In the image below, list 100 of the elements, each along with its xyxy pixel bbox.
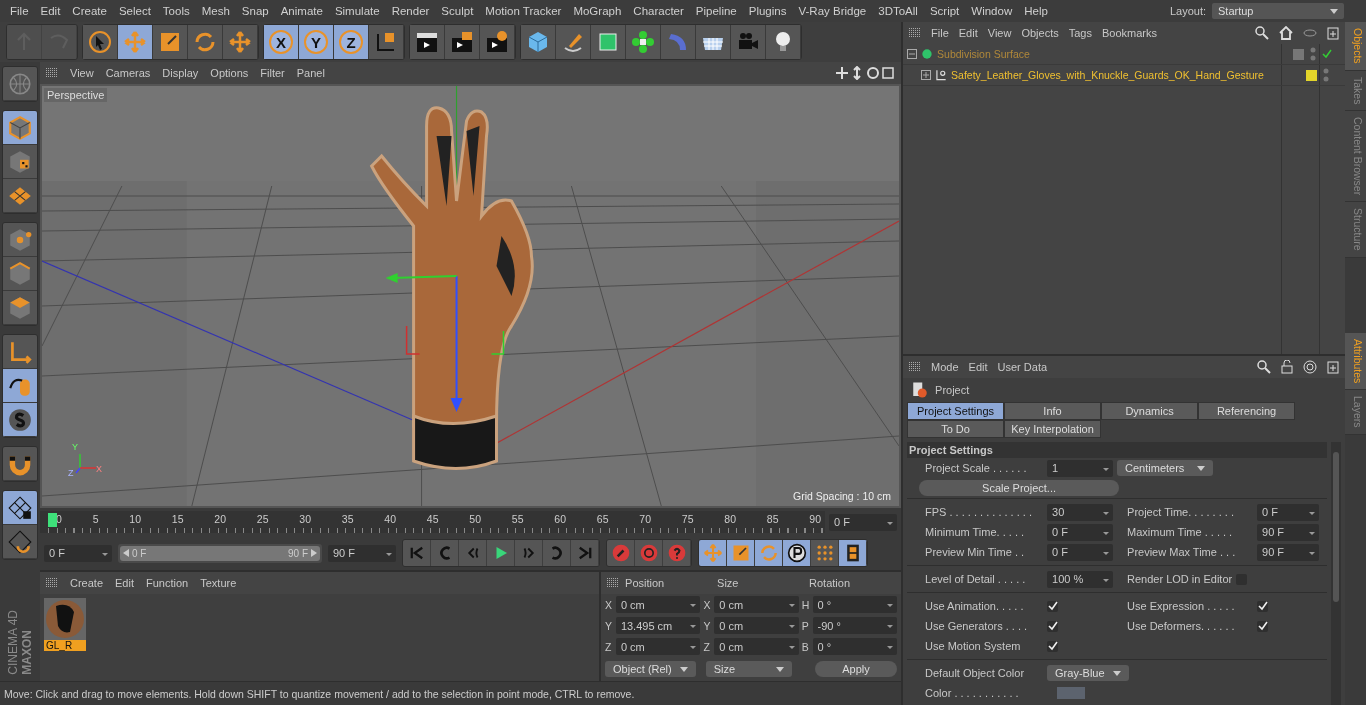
- size-mode-dropdown[interactable]: Size: [705, 661, 792, 677]
- checkbox[interactable]: [1047, 600, 1059, 612]
- menu-item[interactable]: Script: [923, 5, 966, 17]
- time-field[interactable]: 0 F: [1047, 543, 1114, 561]
- tool-button[interactable]: [369, 25, 404, 59]
- tool-button[interactable]: [410, 25, 445, 59]
- axis-lock-button[interactable]: Y: [299, 25, 334, 59]
- playback-button[interactable]: [515, 540, 543, 566]
- tool-button[interactable]: [3, 447, 37, 481]
- object-row[interactable]: Safety_Leather_Gloves_with_Knuckle_Guards_OK_Hand_Gesture: [903, 65, 1346, 86]
- time-field[interactable]: 0 F: [1047, 523, 1114, 541]
- start-frame-field[interactable]: 0 F: [44, 544, 112, 562]
- menu-item[interactable]: Render: [385, 5, 436, 17]
- tool-button[interactable]: [3, 525, 37, 559]
- menu-item[interactable]: Pipeline: [689, 5, 743, 17]
- tool-button[interactable]: [3, 369, 37, 403]
- coordinate-mode-dropdown[interactable]: Object (Rel): [605, 661, 696, 677]
- position-field[interactable]: 13.495 cm: [615, 617, 701, 634]
- tool-button[interactable]: [445, 25, 480, 59]
- axis-lock-button[interactable]: Z: [334, 25, 369, 59]
- menu-item[interactable]: Sculpt: [435, 5, 480, 17]
- level-of-detail-field[interactable]: 100 %: [1047, 570, 1114, 588]
- menu-item[interactable]: Function: [146, 577, 189, 589]
- eye-icon[interactable]: [1303, 26, 1318, 40]
- menu-item[interactable]: Create: [66, 5, 113, 17]
- viewport[interactable]: Perspective Grid Spacing : 10 cm Y Z X: [40, 84, 902, 508]
- tool-button[interactable]: [696, 25, 731, 59]
- home-icon[interactable]: [1279, 26, 1294, 40]
- visibility-dots-icon[interactable]: [1323, 67, 1330, 83]
- tab[interactable]: Referencing: [1198, 402, 1296, 420]
- menu-item[interactable]: Snap: [235, 5, 275, 17]
- playback-button[interactable]: [487, 540, 515, 566]
- tool-button[interactable]: [3, 491, 37, 525]
- color-swatch[interactable]: [1057, 687, 1086, 699]
- tool-button[interactable]: [83, 25, 118, 59]
- size-field[interactable]: 0 cm: [714, 638, 799, 655]
- tree-toggle-icon[interactable]: [907, 49, 918, 59]
- new-panel-icon[interactable]: [1327, 360, 1340, 374]
- checkbox[interactable]: [1257, 600, 1269, 612]
- checkbox[interactable]: [1047, 640, 1059, 652]
- project-scale-field[interactable]: 1: [1047, 459, 1114, 477]
- scrollbar[interactable]: [1331, 442, 1342, 705]
- keyframe-button[interactable]: [635, 540, 663, 566]
- menu-item[interactable]: Edit: [115, 577, 134, 589]
- target-icon[interactable]: [1303, 360, 1318, 374]
- position-field[interactable]: 0 cm: [615, 596, 701, 613]
- menu-item[interactable]: Cameras: [105, 67, 151, 79]
- size-field[interactable]: 0 cm: [714, 617, 799, 634]
- end-frame-field[interactable]: 90 F: [328, 544, 396, 562]
- rotation-field[interactable]: 0 °: [812, 596, 898, 613]
- time-field[interactable]: 0 F: [1257, 503, 1320, 521]
- material-tag[interactable]: [1306, 69, 1318, 81]
- menu-item[interactable]: Tools: [156, 5, 196, 17]
- size-field[interactable]: 0 cm: [714, 596, 799, 613]
- material-swatch[interactable]: GL_R: [44, 598, 86, 651]
- tab[interactable]: Dynamics: [1101, 402, 1199, 420]
- search-icon[interactable]: [1255, 26, 1270, 40]
- current-frame-field[interactable]: 0 F: [829, 513, 898, 531]
- menu-item[interactable]: Bookmarks: [1101, 27, 1157, 39]
- apply-button[interactable]: Apply: [815, 661, 898, 677]
- time-field[interactable]: 90 F: [1257, 523, 1320, 541]
- rotation-field[interactable]: -90 °: [812, 617, 898, 634]
- menu-item[interactable]: Character: [627, 5, 690, 17]
- menu-item[interactable]: Filter: [260, 67, 285, 79]
- menu-item[interactable]: Options: [210, 67, 249, 79]
- menu-item[interactable]: Texture: [200, 577, 237, 589]
- rotation-field[interactable]: 0 °: [812, 638, 898, 655]
- menu-item[interactable]: Window: [965, 5, 1019, 17]
- tool-button[interactable]: [591, 25, 626, 59]
- tab[interactable]: Info: [1004, 402, 1102, 420]
- menu-item[interactable]: View: [70, 67, 94, 79]
- object-color-dropdown[interactable]: Gray-Blue: [1047, 665, 1129, 681]
- menu-item[interactable]: Select: [112, 5, 157, 17]
- time-field[interactable]: 90 F: [1257, 543, 1320, 561]
- menu-item[interactable]: File: [4, 5, 35, 17]
- tab[interactable]: Key Interpolation: [1004, 420, 1102, 438]
- unit-dropdown[interactable]: Centimeters: [1117, 460, 1214, 476]
- menu-item[interactable]: Edit: [34, 5, 67, 17]
- layout-dropdown[interactable]: Startup: [1212, 3, 1344, 19]
- lock-icon[interactable]: [1281, 360, 1294, 374]
- menu-item[interactable]: V-Ray Bridge: [792, 5, 873, 17]
- axis-lock-button[interactable]: X: [264, 25, 299, 59]
- tool-button[interactable]: [626, 25, 661, 59]
- playback-button[interactable]: [403, 540, 431, 566]
- checkbox[interactable]: [1257, 620, 1269, 632]
- menu-item[interactable]: File: [931, 27, 949, 39]
- menu-item[interactable]: View: [987, 27, 1012, 39]
- new-panel-icon[interactable]: [1327, 26, 1340, 40]
- playback-button[interactable]: [543, 540, 571, 566]
- menu-item[interactable]: Display: [162, 67, 199, 79]
- menu-item[interactable]: Animate: [274, 5, 329, 17]
- menu-item[interactable]: User Data: [997, 361, 1048, 373]
- search-icon[interactable]: [1257, 360, 1272, 374]
- menu-item[interactable]: Edit: [958, 27, 978, 39]
- menu-item[interactable]: Tags: [1068, 27, 1092, 39]
- side-tab[interactable]: Attributes: [1345, 333, 1366, 391]
- keyframe-button[interactable]: [607, 540, 635, 566]
- side-tab[interactable]: Objects: [1345, 22, 1366, 71]
- menu-item[interactable]: Motion Tracker: [479, 5, 568, 17]
- menu-item[interactable]: Mode: [931, 361, 959, 373]
